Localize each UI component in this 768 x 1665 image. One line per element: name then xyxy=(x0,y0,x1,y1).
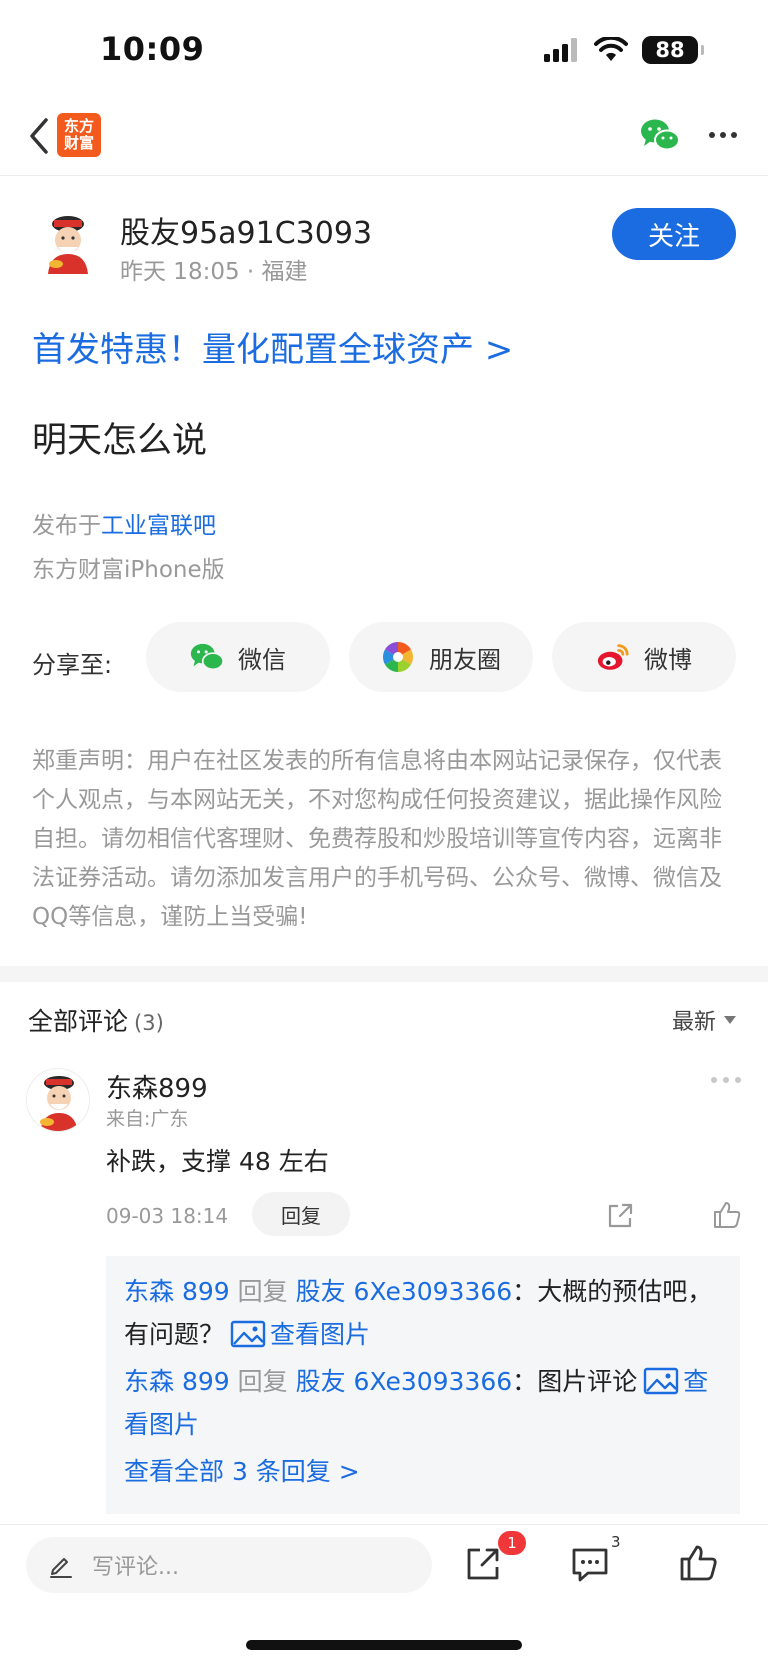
wifi-icon xyxy=(594,37,628,61)
comment-count: 3 xyxy=(611,1533,621,1551)
view-all-replies-link[interactable]: 查看全部 3 条回复 > xyxy=(124,1450,722,1493)
share-moments-label: 朋友圈 xyxy=(429,645,501,674)
share-moments-button[interactable]: 朋友圈 xyxy=(349,622,533,692)
reply-author[interactable]: 东森 899 xyxy=(124,1367,230,1396)
reply-author[interactable]: 东森 899 xyxy=(124,1277,230,1306)
caret-down-icon xyxy=(724,1016,736,1024)
share-icon[interactable] xyxy=(606,1202,634,1230)
share-wechat-button[interactable]: 微信 xyxy=(146,622,330,692)
post-meta: 昨天 18:05 · 福建 xyxy=(120,259,308,285)
follow-button[interactable]: 关注 xyxy=(612,208,736,260)
share-label: 分享至: xyxy=(32,651,113,679)
reply-separator: ： xyxy=(512,1367,538,1396)
promo-link[interactable]: 首发特惠！量化配置全球资产 > xyxy=(32,322,513,371)
reply-separator: ： xyxy=(512,1277,538,1306)
reply-item: 东森 899 回复 股友 6Xe3093366：大概的预估吧，有问题？ 查看图片 xyxy=(124,1270,722,1356)
reply-text: 图片评论 xyxy=(537,1367,638,1396)
reply-target[interactable]: 股友 6Xe3093366 xyxy=(296,1367,513,1396)
battery-indicator: 88 xyxy=(642,36,704,64)
reply-thread: 东森 899 回复 股友 6Xe3093366：大概的预估吧，有问题？ 查看图片… xyxy=(106,1256,740,1514)
comments-title-label: 全部评论 xyxy=(28,1007,129,1036)
comment-time: 09-03 18:14 xyxy=(106,1204,229,1228)
wechat-icon xyxy=(190,643,224,671)
disclaimer-text: 郑重声明：用户在社区发表的所有信息将由本网站记录保存，仅代表个人观点，与本网站无… xyxy=(32,748,722,930)
author-avatar[interactable] xyxy=(36,212,100,276)
home-indicator xyxy=(246,1640,522,1650)
comments-title: 全部评论 (3) xyxy=(28,1002,164,1038)
comment-more-icon[interactable] xyxy=(710,1074,742,1086)
avatar-image xyxy=(27,1069,89,1131)
more-options-icon[interactable] xyxy=(708,122,738,148)
reply-verb: 回复 xyxy=(237,1367,288,1396)
share-icon[interactable] xyxy=(464,1545,502,1583)
status-bar: 10:09 88 xyxy=(0,0,768,100)
moments-icon xyxy=(382,642,414,672)
cellular-signal-icon xyxy=(544,38,577,62)
author-header: 股友95a91C3093 昨天 18:05 · 福建 关注 xyxy=(0,200,768,290)
comments-count: (3) xyxy=(134,1011,164,1035)
sort-dropdown[interactable]: 最新 xyxy=(672,1004,736,1036)
view-image-link[interactable]: 查看图片 xyxy=(270,1320,370,1349)
comment-text: 补跌，支撑 48 左右 xyxy=(106,1147,329,1176)
section-divider xyxy=(0,966,768,982)
reply-button[interactable]: 回复 xyxy=(252,1192,350,1236)
comments-header: 全部评论 (3) 最新 xyxy=(0,982,768,1052)
comment-input-placeholder: 写评论... xyxy=(92,1555,179,1580)
image-icon[interactable] xyxy=(643,1367,679,1395)
back-chevron-icon[interactable] xyxy=(24,116,56,156)
comment-icon[interactable] xyxy=(570,1545,610,1583)
post-title: 明天怎么说 xyxy=(32,421,208,461)
share-badge: 1 xyxy=(498,1531,526,1555)
posted-in-prefix: 发布于 xyxy=(32,513,101,539)
share-weibo-button[interactable]: 微博 xyxy=(552,622,736,692)
share-wechat-label: 微信 xyxy=(238,645,286,674)
image-icon[interactable] xyxy=(230,1320,266,1348)
thumbs-up-icon[interactable] xyxy=(678,1543,718,1583)
commenter-avatar[interactable] xyxy=(26,1068,90,1132)
commenter-location: 来自:广东 xyxy=(106,1108,189,1130)
reply-target[interactable]: 股友 6Xe3093366 xyxy=(296,1277,513,1306)
sort-label: 最新 xyxy=(671,1010,716,1035)
status-time: 10:09 xyxy=(100,30,205,68)
posted-in: 发布于工业富联吧 xyxy=(32,506,216,540)
post-device: 东方财富iPhone版 xyxy=(32,557,225,583)
share-weibo-label: 微博 xyxy=(644,645,692,674)
nav-bar: 东方财富 xyxy=(0,100,768,176)
app-logo[interactable]: 东方财富 xyxy=(57,113,101,157)
thumbs-up-icon[interactable] xyxy=(712,1200,742,1230)
wechat-icon[interactable] xyxy=(640,118,680,152)
reply-item: 东森 899 回复 股友 6Xe3093366：图片评论 查看图片 xyxy=(124,1360,722,1446)
commenter-name[interactable]: 东森899 xyxy=(106,1068,208,1105)
author-name[interactable]: 股友95a91C3093 xyxy=(120,208,372,252)
status-icons: 88 xyxy=(544,36,704,64)
forum-link[interactable]: 工业富联吧 xyxy=(101,513,216,539)
comment-input[interactable]: 写评论... xyxy=(26,1537,432,1593)
pencil-icon xyxy=(50,1558,72,1578)
weibo-icon xyxy=(597,644,629,670)
reply-verb: 回复 xyxy=(237,1277,288,1306)
